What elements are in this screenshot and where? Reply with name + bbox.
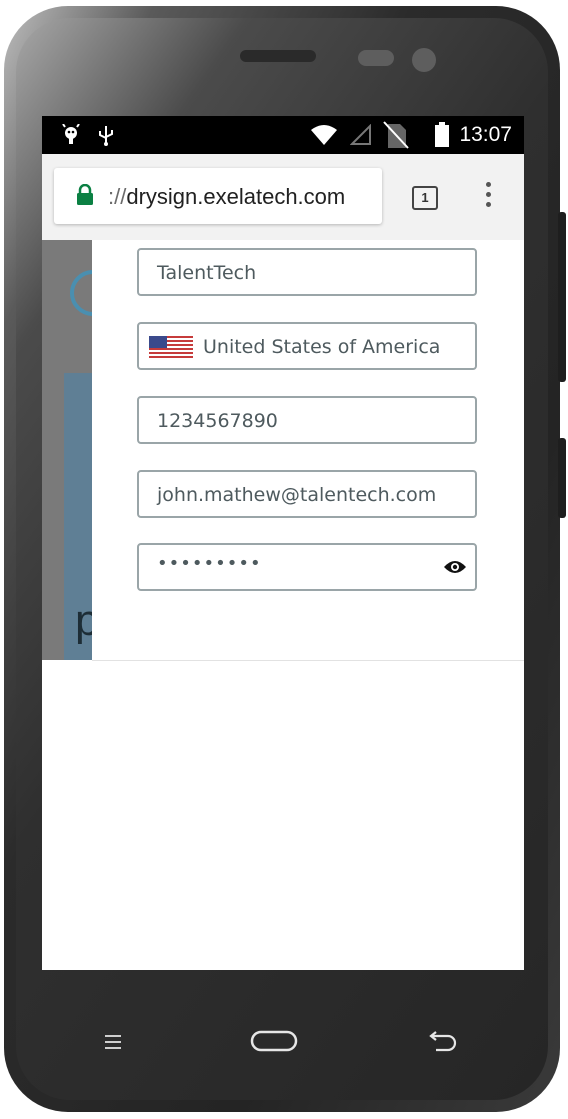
tab-switcher-button[interactable]: 1 bbox=[412, 186, 438, 210]
page-backdrop: p bbox=[42, 240, 92, 660]
back-icon[interactable] bbox=[428, 1030, 458, 1057]
lock-icon bbox=[76, 183, 94, 211]
front-camera bbox=[412, 48, 436, 72]
android-debug-icon bbox=[62, 123, 80, 151]
url-text[interactable]: ://drysign.exelatech.com bbox=[108, 184, 345, 210]
country-select[interactable]: United States of America bbox=[137, 322, 477, 370]
signal-icon bbox=[349, 123, 372, 151]
status-bar: 13:07 bbox=[42, 116, 524, 154]
password-field[interactable]: ••••••••• bbox=[137, 543, 477, 591]
company-field[interactable]: TalentTech bbox=[137, 248, 477, 296]
phone-value: 1234567890 bbox=[157, 410, 278, 432]
status-time: 13:07 bbox=[459, 123, 512, 146]
wifi-icon bbox=[310, 124, 338, 151]
logo-icon bbox=[70, 270, 92, 316]
company-value: TalentTech bbox=[157, 262, 257, 284]
address-bar[interactable]: ://drysign.exelatech.com bbox=[54, 168, 382, 224]
battery-icon bbox=[434, 122, 450, 153]
page-content: p TalentTech United States of America 12… bbox=[42, 240, 524, 661]
email-value: john.mathew@talentech.com bbox=[157, 484, 437, 506]
power-button bbox=[558, 438, 566, 518]
url-scheme: :// bbox=[108, 184, 127, 209]
menu-icon[interactable] bbox=[104, 1034, 122, 1055]
show-password-eye-icon[interactable] bbox=[443, 557, 467, 577]
email-field[interactable]: john.mathew@talentech.com bbox=[137, 470, 477, 518]
phone-field[interactable]: 1234567890 bbox=[137, 396, 477, 444]
no-sim-icon bbox=[382, 120, 410, 155]
backdrop-text-fragment: p bbox=[75, 596, 92, 645]
overflow-menu-icon[interactable] bbox=[482, 182, 494, 212]
signup-form: TalentTech United States of America 1234… bbox=[92, 240, 524, 661]
country-value: United States of America bbox=[203, 336, 441, 358]
password-value: ••••••••• bbox=[157, 553, 262, 574]
volume-button bbox=[558, 212, 566, 382]
home-icon[interactable] bbox=[250, 1030, 298, 1057]
proximity-sensor bbox=[358, 50, 394, 66]
device-screen: 13:07 ://drysign.exelatech.com 1 p Talen… bbox=[42, 116, 524, 970]
url-host: drysign.exelatech.com bbox=[126, 184, 346, 209]
browser-toolbar: ://drysign.exelatech.com 1 bbox=[42, 154, 524, 241]
usb-icon bbox=[98, 124, 114, 151]
earpiece-speaker bbox=[240, 50, 316, 62]
